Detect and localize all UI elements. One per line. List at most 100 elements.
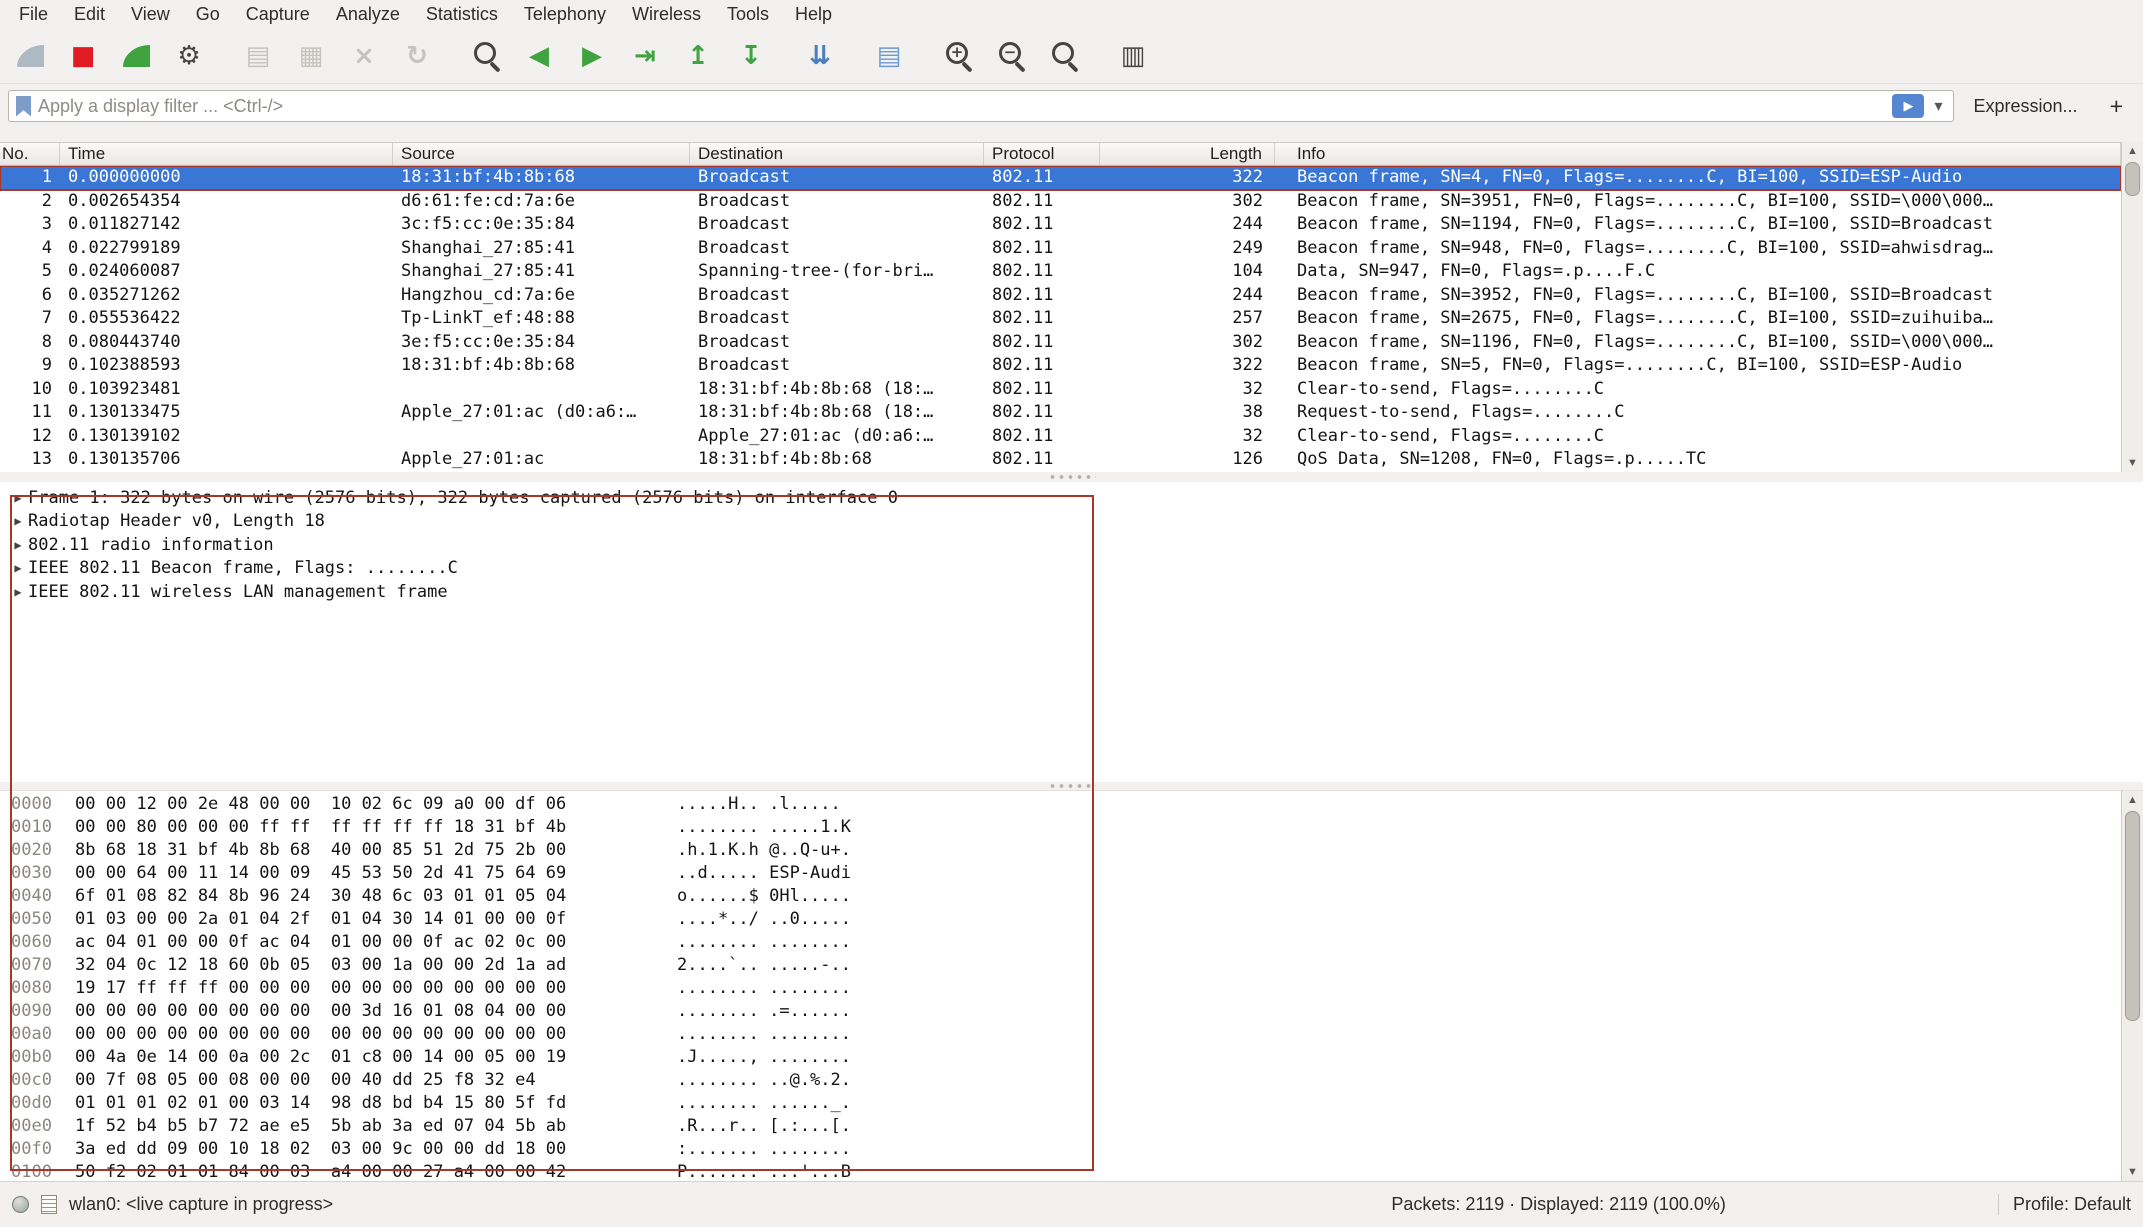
packet-row[interactable]: 4 0.022799189 Shanghai_27:85:41 Broadcas…: [0, 237, 2121, 261]
hex-row[interactable]: 00f0 3a ed dd 09 00 10 18 02 03 00 9c 00…: [11, 1138, 2121, 1161]
hex-row[interactable]: 00c0 00 7f 08 05 00 08 00 00 00 40 dd 25…: [11, 1069, 2121, 1092]
detail-row[interactable]: ▶ Radiotap Header v0, Length 18: [8, 510, 2143, 534]
capture-options-button[interactable]: ⚙: [165, 34, 213, 78]
save-capture-button[interactable]: ▦: [287, 34, 335, 78]
hex-row[interactable]: 0060 ac 04 01 00 00 0f ac 04 01 00 00 0f…: [11, 931, 2121, 954]
menu-view[interactable]: View: [118, 0, 183, 28]
packet-list-scrollbar[interactable]: ▲ ▼: [2121, 142, 2143, 472]
zoom-100-button[interactable]: [1040, 34, 1088, 78]
hex-row[interactable]: 00a0 00 00 00 00 00 00 00 00 00 00 00 00…: [11, 1023, 2121, 1046]
hex-row[interactable]: 0020 8b 68 18 31 bf 4b 8b 68 40 00 85 51…: [11, 839, 2121, 862]
expert-info-button[interactable]: [12, 1196, 29, 1213]
menu-analyze[interactable]: Analyze: [323, 0, 413, 28]
cell-info: Beacon frame, SN=3951, FN=0, Flags=.....…: [1275, 190, 2121, 214]
hex-row[interactable]: 0070 32 04 0c 12 18 60 0b 05 03 00 1a 00…: [11, 954, 2121, 977]
packet-row[interactable]: 7 0.055536422 Tp-LinkT_ef:48:88 Broadcas…: [0, 307, 2121, 331]
zoom-out-button[interactable]: −: [987, 34, 1035, 78]
reload-capture-button[interactable]: ↻: [393, 34, 441, 78]
stop-capture-button[interactable]: ■: [59, 34, 107, 78]
restart-capture-button[interactable]: [112, 34, 160, 78]
col-source[interactable]: Source: [393, 143, 690, 165]
pane-splitter[interactable]: [0, 782, 2143, 790]
expander-icon[interactable]: ▶: [8, 538, 28, 552]
detail-row[interactable]: ▶ 802.11 radio information: [8, 533, 2143, 557]
packet-row[interactable]: 13 0.130135706 Apple_27:01:ac 18:31:bf:4…: [0, 448, 2121, 472]
menu-capture[interactable]: Capture: [233, 0, 323, 28]
packet-row[interactable]: 5 0.024060087 Shanghai_27:85:41 Spanning…: [0, 260, 2121, 284]
packet-row[interactable]: 3 0.011827142 3c:f5:cc:0e:35:84 Broadcas…: [0, 213, 2121, 237]
packet-row[interactable]: 2 0.002654354 d6:61:fe:cd:7a:6e Broadcas…: [0, 190, 2121, 214]
display-filter-bar[interactable]: ▶ ▾: [8, 90, 1954, 122]
hex-row[interactable]: 0030 00 00 64 00 11 14 00 09 45 53 50 2d…: [11, 862, 2121, 885]
first-packet-button[interactable]: ↥: [674, 34, 722, 78]
col-destination[interactable]: Destination: [690, 143, 984, 165]
col-info[interactable]: Info: [1275, 143, 2121, 165]
scroll-down-icon[interactable]: ▼: [2122, 454, 2143, 472]
detail-row[interactable]: ▶ IEEE 802.11 Beacon frame, Flags: .....…: [8, 557, 2143, 581]
hex-row[interactable]: 0010 00 00 80 00 00 00 ff ff ff ff ff ff…: [11, 816, 2121, 839]
resize-columns-button[interactable]: ▥: [1109, 34, 1157, 78]
col-protocol[interactable]: Protocol: [984, 143, 1100, 165]
packet-row[interactable]: 8 0.080443740 3e:f5:cc:0e:35:84 Broadcas…: [0, 331, 2121, 355]
hex-row[interactable]: 00b0 00 4a 0e 14 00 0a 00 2c 01 c8 00 14…: [11, 1046, 2121, 1069]
expression-button[interactable]: Expression...: [1962, 96, 2090, 117]
menu-edit[interactable]: Edit: [61, 0, 118, 28]
col-no[interactable]: No.: [0, 143, 60, 165]
menu-telephony[interactable]: Telephony: [511, 0, 619, 28]
scroll-up-icon[interactable]: ▲: [2122, 791, 2143, 809]
filter-bookmark-icon[interactable]: [16, 96, 31, 117]
scrollbar-thumb[interactable]: [2125, 811, 2140, 1021]
scroll-down-icon[interactable]: ▼: [2122, 1163, 2143, 1181]
hex-row[interactable]: 00e0 1f 52 b4 b5 b7 72 ae e5 5b ab 3a ed…: [11, 1115, 2121, 1138]
scroll-up-icon[interactable]: ▲: [2122, 142, 2143, 160]
hex-row[interactable]: 0000 00 00 12 00 2e 48 00 00 10 02 6c 09…: [11, 793, 2121, 816]
packet-row[interactable]: 10 0.103923481 18:31:bf:4b:8b:68 (18:… 8…: [0, 378, 2121, 402]
expander-icon[interactable]: ▶: [8, 561, 28, 575]
hex-row[interactable]: 0080 19 17 ff ff ff 00 00 00 00 00 00 00…: [11, 977, 2121, 1000]
zoom-in-button[interactable]: +: [934, 34, 982, 78]
menu-statistics[interactable]: Statistics: [413, 0, 511, 28]
col-time[interactable]: Time: [60, 143, 393, 165]
last-packet-button[interactable]: ↧: [727, 34, 775, 78]
menu-wireless[interactable]: Wireless: [619, 0, 714, 28]
colorize-button[interactable]: ▤: [865, 34, 913, 78]
detail-row[interactable]: ▶ IEEE 802.11 wireless LAN management fr…: [8, 580, 2143, 604]
scrollbar-thumb[interactable]: [2125, 162, 2140, 196]
hex-row[interactable]: 0040 6f 01 08 82 84 8b 96 24 30 48 6c 03…: [11, 885, 2121, 908]
cell-protocol: 802.11: [984, 331, 1100, 355]
add-filter-button[interactable]: +: [2098, 93, 2135, 120]
expander-icon[interactable]: ▶: [8, 585, 28, 599]
open-capture-button[interactable]: ▤: [234, 34, 282, 78]
start-capture-button[interactable]: [6, 34, 54, 78]
packet-row[interactable]: 6 0.035271262 Hangzhou_cd:7a:6e Broadcas…: [0, 284, 2121, 308]
filter-dropdown-caret-icon[interactable]: ▾: [1931, 96, 1945, 116]
packet-row[interactable]: 1 0.000000000 18:31:bf:4b:8b:68 Broadcas…: [0, 166, 2121, 190]
detail-row[interactable]: ▶ Frame 1: 322 bytes on wire (2576 bits)…: [8, 486, 2143, 510]
packet-row[interactable]: 9 0.102388593 18:31:bf:4b:8b:68 Broadcas…: [0, 354, 2121, 378]
bytes-scrollbar[interactable]: ▲ ▼: [2121, 791, 2143, 1181]
hex-row[interactable]: 00d0 01 01 01 02 01 00 03 14 98 d8 bd b4…: [11, 1092, 2121, 1115]
hex-row[interactable]: 0090 00 00 00 00 00 00 00 00 00 3d 16 01…: [11, 1000, 2121, 1023]
menu-go[interactable]: Go: [183, 0, 233, 28]
goto-packet-button[interactable]: ⇥: [621, 34, 669, 78]
expander-icon[interactable]: ▶: [8, 491, 28, 505]
packet-row[interactable]: 12 0.130139102 Apple_27:01:ac (d0:a6:… 8…: [0, 425, 2121, 449]
display-filter-input[interactable]: [38, 96, 1885, 117]
capture-comment-button[interactable]: [41, 1195, 57, 1214]
menu-file[interactable]: File: [6, 0, 61, 28]
expander-icon[interactable]: ▶: [8, 514, 28, 528]
hex-row[interactable]: 0050 01 03 00 00 2a 01 04 2f 01 04 30 14…: [11, 908, 2121, 931]
close-capture-button[interactable]: ×: [340, 34, 388, 78]
previous-packet-button[interactable]: ◀: [515, 34, 563, 78]
col-length[interactable]: Length: [1100, 143, 1275, 165]
profile-button[interactable]: Profile: Default: [1998, 1194, 2131, 1215]
packet-row[interactable]: 11 0.130133475 Apple_27:01:ac (d0:a6:… 1…: [0, 401, 2121, 425]
find-packet-button[interactable]: [462, 34, 510, 78]
next-packet-button[interactable]: ▶: [568, 34, 616, 78]
pane-splitter[interactable]: [0, 472, 2143, 482]
filter-apply-icon[interactable]: ▶: [1892, 94, 1924, 118]
menu-tools[interactable]: Tools: [714, 0, 782, 28]
menu-help[interactable]: Help: [782, 0, 845, 28]
autoscroll-button[interactable]: ⇊: [796, 34, 844, 78]
hex-row[interactable]: 0100 50 f2 02 01 01 84 00 03 a4 00 00 27…: [11, 1161, 2121, 1181]
